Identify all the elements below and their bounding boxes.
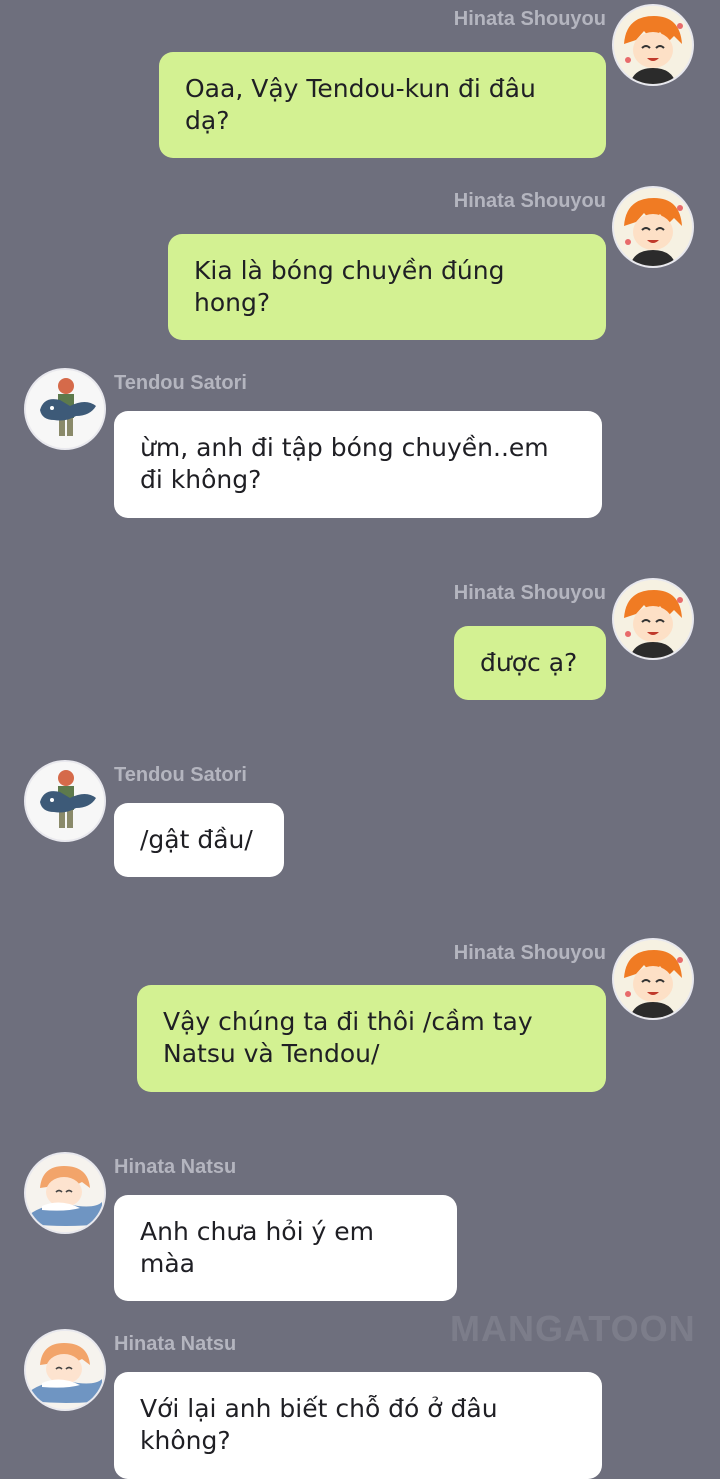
message-bubble: Kia là bóng chuyền đúng hong? (168, 234, 606, 340)
message-bubble: ừm, anh đi tập bóng chuyền..em đi không? (114, 411, 602, 518)
message-bubble: Với lại anh biết chỗ đó ở đâu không? (114, 1372, 602, 1479)
message-bubble: Anh chưa hỏi ý em màa (114, 1195, 457, 1301)
hinata-shouyou-avatar[interactable] (614, 940, 692, 1018)
sender-name: Tendou Satori (114, 764, 247, 786)
sender-name: Hinata Natsu (114, 1156, 237, 1178)
sender-name: Hinata Shouyou (453, 942, 606, 964)
message-bubble: Oaa, Vậy Tendou-kun đi đâu dạ? (159, 52, 606, 158)
sender-name: Hinata Shouyou (453, 582, 606, 604)
sender-name: Tendou Satori (114, 372, 247, 394)
message-bubble: được ạ? (454, 626, 606, 700)
sender-name: Hinata Shouyou (453, 8, 606, 30)
hinata-shouyou-avatar[interactable] (614, 6, 692, 84)
hinata-shouyou-avatar[interactable] (614, 188, 692, 266)
tendou-satori-avatar[interactable] (26, 762, 104, 840)
hinata-shouyou-avatar[interactable] (614, 580, 692, 658)
hinata-natsu-avatar[interactable] (26, 1154, 104, 1232)
watermark: MANGATOON (450, 1308, 696, 1349)
tendou-satori-avatar[interactable] (26, 370, 104, 448)
message-bubble: /gật đầu/ (114, 803, 284, 877)
sender-name: Hinata Natsu (114, 1333, 237, 1355)
message-bubble: Vậy chúng ta đi thôi /cầm tay Natsu và T… (137, 985, 606, 1092)
hinata-natsu-avatar[interactable] (26, 1331, 104, 1409)
sender-name: Hinata Shouyou (453, 190, 606, 212)
